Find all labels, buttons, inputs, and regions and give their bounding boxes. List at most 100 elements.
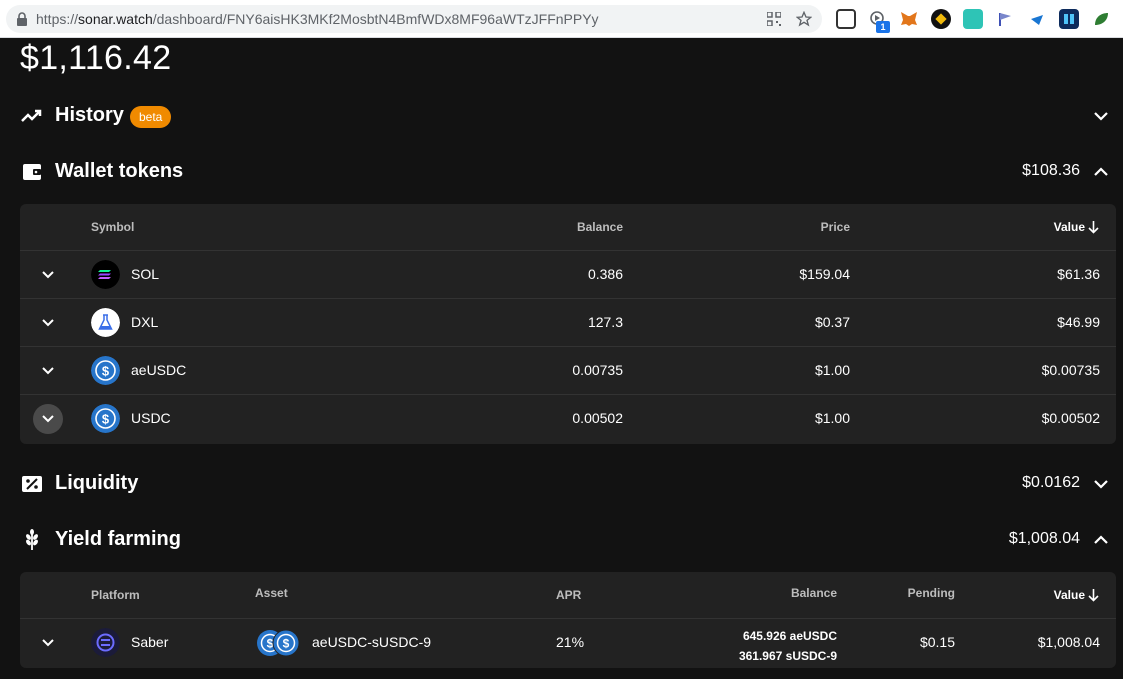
col-asset[interactable]: Asset: [255, 586, 288, 600]
table-row[interactable]: Saber $ $ aeUSDC-sUSDC-9 21% 645.926 aeUS…: [20, 619, 1116, 667]
row-expand-button[interactable]: [33, 628, 63, 658]
balance-stack: 645.926 aeUSDC 361.967 sUSDC-9: [739, 626, 837, 666]
binance-extension-icon[interactable]: [836, 9, 856, 29]
chevron-down-icon: [42, 271, 54, 279]
leaf-extension-icon[interactable]: [1091, 9, 1111, 29]
usdc-token-icon: $: [91, 404, 120, 433]
row-expand-button[interactable]: [33, 404, 63, 434]
portfolio-total: $1,116.42: [20, 39, 172, 77]
chevron-down-icon[interactable]: [1091, 474, 1111, 494]
url-host: sonar.watch: [78, 11, 153, 27]
position-value: $1,008.04: [1037, 634, 1100, 650]
chevron-up-icon[interactable]: [1091, 530, 1111, 550]
chevron-up-icon[interactable]: [1091, 162, 1111, 182]
token-price: $1.00: [814, 410, 850, 426]
url-scheme: https://: [36, 11, 79, 27]
col-pending[interactable]: Pending: [908, 586, 955, 600]
beta-badge: beta: [130, 106, 172, 128]
token-balance: 0.386: [587, 266, 623, 282]
section-value-yield: $1,008.04: [1008, 530, 1080, 547]
row-expand-button[interactable]: [33, 356, 63, 386]
svg-text:$: $: [102, 364, 110, 379]
url-path: /dashboard/FNY6aisHK3MKf2MosbtN4BmfWDx8M…: [152, 11, 599, 27]
chevron-down-icon[interactable]: [1091, 106, 1111, 126]
col-value[interactable]: Value: [1054, 588, 1085, 602]
balance-line-1: 645.926 aeUSDC: [742, 629, 837, 643]
col-price[interactable]: Price: [821, 220, 850, 234]
yield-farming-table: Platform Asset APR Balance Pending Value…: [20, 572, 1116, 668]
col-balance[interactable]: Balance: [791, 586, 837, 600]
table-row[interactable]: $ aeUSDC 0.00735 $1.00 $0.00735: [20, 347, 1116, 395]
wormhole-extension-icon[interactable]: [1027, 9, 1047, 29]
wallet-icon: [23, 164, 41, 180]
section-wallet-tokens[interactable]: Wallet tokens $108.36: [0, 152, 1123, 192]
col-symbol[interactable]: Symbol: [91, 220, 134, 234]
table-row[interactable]: $ USDC 0.00502 $1.00 $0.00502: [20, 395, 1116, 443]
chevron-down-icon: [42, 415, 54, 423]
liquidity-ticket-icon: [22, 476, 42, 492]
platform-name: Saber: [131, 634, 169, 650]
section-yield-farming[interactable]: Yield farming $1,008.04: [0, 520, 1123, 560]
token-symbol: SOL: [131, 266, 160, 282]
balance-line-2: 361.967 sUSDC-9: [738, 649, 837, 663]
ens-extension-icon[interactable]: [931, 9, 951, 29]
hex-extension-icon[interactable]: [1059, 9, 1079, 29]
chevron-down-icon: [42, 639, 54, 647]
table-row[interactable]: SOL 0.386 $159.04 $61.36: [20, 251, 1116, 299]
svg-text:$: $: [283, 637, 290, 651]
table-row[interactable]: DXL 127.3 $0.37 $46.99: [20, 299, 1116, 347]
section-liquidity[interactable]: Liquidity $0.0162: [0, 464, 1123, 504]
address-bar[interactable]: https://sonar.watch/dashboard/FNY6aisHK3…: [6, 5, 822, 33]
section-title-history: History: [55, 104, 124, 126]
qr-code-icon[interactable]: [764, 9, 784, 29]
pending-value: $0.15: [919, 634, 955, 650]
flag-extension-icon[interactable]: [995, 9, 1015, 29]
col-platform[interactable]: Platform: [91, 588, 140, 602]
sort-arrow-down-icon[interactable]: [1087, 588, 1100, 602]
asset-name: aeUSDC-sUSDC-9: [312, 634, 432, 650]
section-title-wallet: Wallet tokens: [55, 160, 184, 182]
token-value: $46.99: [1057, 314, 1100, 330]
star-icon[interactable]: [794, 9, 814, 29]
section-title-yield: Yield farming: [55, 528, 181, 550]
token-price: $0.37: [814, 314, 850, 330]
wallet-tokens-table: Symbol Balance Price Value SOL 0.386 $15…: [20, 204, 1116, 444]
token-symbol: DXL: [131, 314, 159, 330]
token-balance: 0.00735: [572, 362, 623, 378]
row-expand-button[interactable]: [33, 308, 63, 338]
section-value-liquidity: $0.0162: [1022, 474, 1080, 491]
wheat-icon: [26, 529, 38, 550]
chevron-down-icon: [42, 319, 54, 327]
chevron-down-icon: [42, 367, 54, 375]
lock-icon: [17, 12, 27, 26]
token-value: $61.36: [1057, 266, 1100, 282]
token-symbol: USDC: [131, 410, 171, 426]
metamask-fox-icon[interactable]: [899, 9, 919, 29]
token-value: $0.00502: [1041, 410, 1100, 426]
token-price: $1.00: [814, 362, 850, 378]
dashboard: $1,116.42 History beta Wallet tokens $10…: [0, 38, 1123, 679]
dxl-token-icon: [91, 308, 120, 337]
row-expand-button[interactable]: [33, 260, 63, 290]
token-symbol: aeUSDC: [131, 362, 187, 378]
col-apr[interactable]: APR: [556, 588, 581, 602]
token-price: $159.04: [799, 266, 850, 282]
sort-arrow-down-icon[interactable]: [1087, 220, 1100, 234]
url-text[interactable]: https://sonar.watch/dashboard/FNY6aisHK3…: [36, 11, 599, 27]
col-value[interactable]: Value: [1054, 220, 1085, 234]
section-history[interactable]: History beta: [0, 96, 1123, 136]
uniswap-extension-icon[interactable]: [963, 9, 983, 29]
token-value: $0.00735: [1041, 362, 1100, 378]
table-header: Symbol Balance Price Value: [20, 204, 1116, 251]
token-balance: 127.3: [587, 314, 623, 330]
usdc-token-icon: $: [91, 356, 120, 385]
usdc-pair-icon: $ $: [257, 629, 300, 657]
trend-line-icon: [21, 109, 42, 122]
extension-badge: 1: [876, 21, 890, 33]
sol-token-icon: [91, 260, 120, 289]
col-balance[interactable]: Balance: [577, 220, 623, 234]
saber-platform-icon: [91, 628, 120, 657]
svg-text:$: $: [102, 412, 110, 427]
apr-value: 21%: [556, 634, 585, 650]
browser-toolbar: https://sonar.watch/dashboard/FNY6aisHK3…: [0, 0, 1123, 38]
